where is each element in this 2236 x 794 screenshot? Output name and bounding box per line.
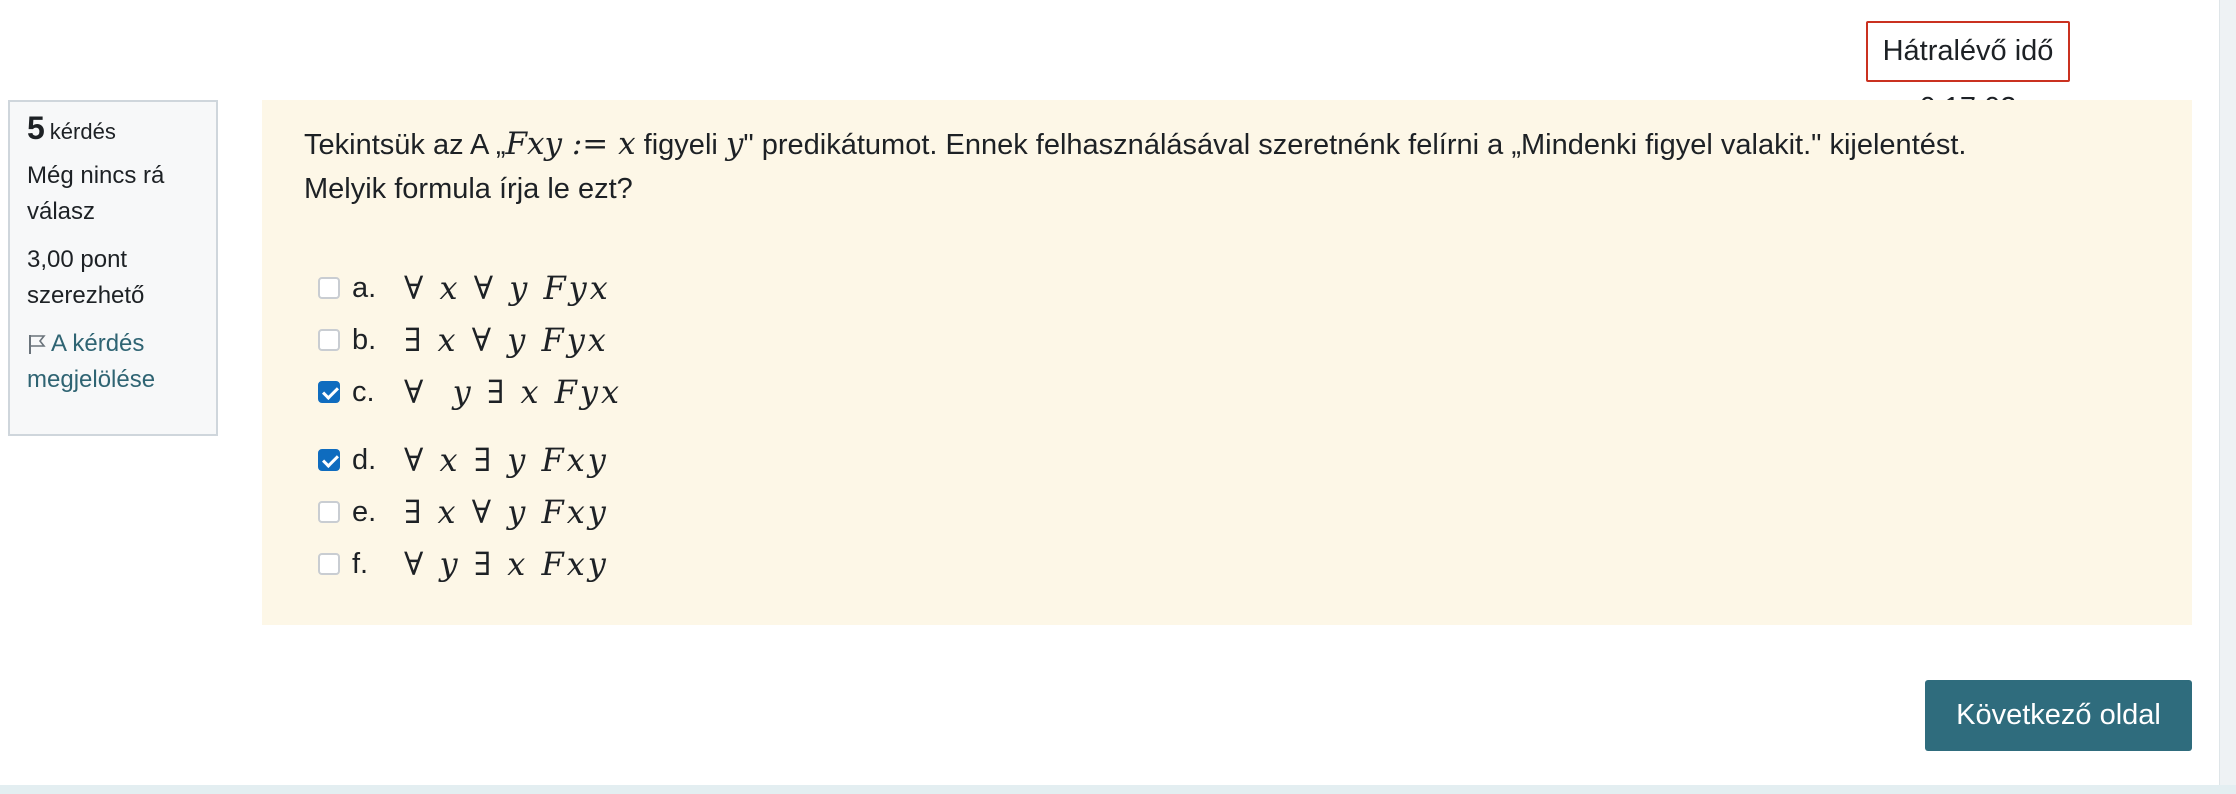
answer-letter: e.: [352, 495, 377, 528]
answer-formula: ∃ x ∀ y Fyx: [404, 321, 609, 359]
flag-question-link[interactable]: A kérdés megjelölése: [27, 326, 200, 398]
question-number: 5 kérdés: [27, 112, 200, 148]
answer-option[interactable]: b. ∃ x ∀ y Fyx: [318, 320, 609, 360]
predicate-formula: Fxy := x: [505, 126, 636, 162]
question-content: Tekintsük az A „Fxy := x figyeli y" pred…: [262, 100, 2192, 625]
answer-checkbox[interactable]: [318, 329, 340, 351]
answer-checkbox[interactable]: [318, 553, 340, 575]
answer-checkbox[interactable]: [318, 501, 340, 523]
answer-letter: a.: [352, 271, 377, 304]
question-number-value: 5: [27, 110, 45, 146]
answer-checkbox[interactable]: [318, 449, 340, 471]
predicate-variable-y: y: [725, 126, 744, 162]
answer-formula: ∃ x ∀ y Fxy: [404, 493, 609, 531]
answer-letter: c.: [352, 375, 375, 408]
answer-option[interactable]: e. ∃ x ∀ y Fxy: [318, 492, 609, 532]
question-text-start: Tekintsük az A „: [304, 129, 506, 161]
time-remaining: Hátralévő idő 0:17:02: [1866, 21, 2070, 124]
next-page-button[interactable]: Következő oldal: [1925, 680, 2192, 751]
answer-formula: ∀ x ∃ y Fxy: [404, 441, 609, 479]
scrollbar[interactable]: [2219, 0, 2236, 794]
answer-letter: b.: [352, 323, 377, 356]
answer-option[interactable]: a. ∀ x ∀ y Fyx: [318, 268, 611, 308]
answer-option[interactable]: c. ∀ y ∃ x Fyx: [318, 372, 622, 412]
question-number-label: kérdés: [49, 119, 116, 144]
question-status: Még nincs rá válasz: [27, 162, 165, 225]
answer-checkbox[interactable]: [318, 277, 340, 299]
answer-checkbox[interactable]: [318, 381, 340, 403]
question-prompt: Melyik formula írja le ezt?: [304, 173, 633, 205]
answer-formula: ∀ y ∃ x Fyx: [404, 373, 622, 411]
footer-band: [0, 785, 2236, 794]
answer-option[interactable]: f. ∀ y ∃ x Fxy: [318, 544, 609, 584]
answer-option[interactable]: d. ∀ x ∃ y Fxy: [318, 440, 609, 480]
flag-icon: [29, 335, 46, 354]
question-text: Tekintsük az A „Fxy := x figyeli y" pred…: [304, 122, 2164, 211]
answer-formula: ∀ x ∀ y Fyx: [404, 269, 611, 307]
question-points: 3,00 pont szerezhető: [27, 246, 145, 309]
answer-formula: ∀ y ∃ x Fxy: [404, 545, 609, 583]
question-info-panel: 5 kérdés Még nincs rá válasz 3,00 pont sz…: [8, 100, 218, 436]
question-text-end: " predikátumot. Ennek felhasználásával s…: [743, 129, 1967, 161]
answer-letter: d.: [352, 443, 377, 476]
question-text-mid: figyeli: [635, 129, 726, 161]
answer-letter: f.: [352, 547, 369, 580]
